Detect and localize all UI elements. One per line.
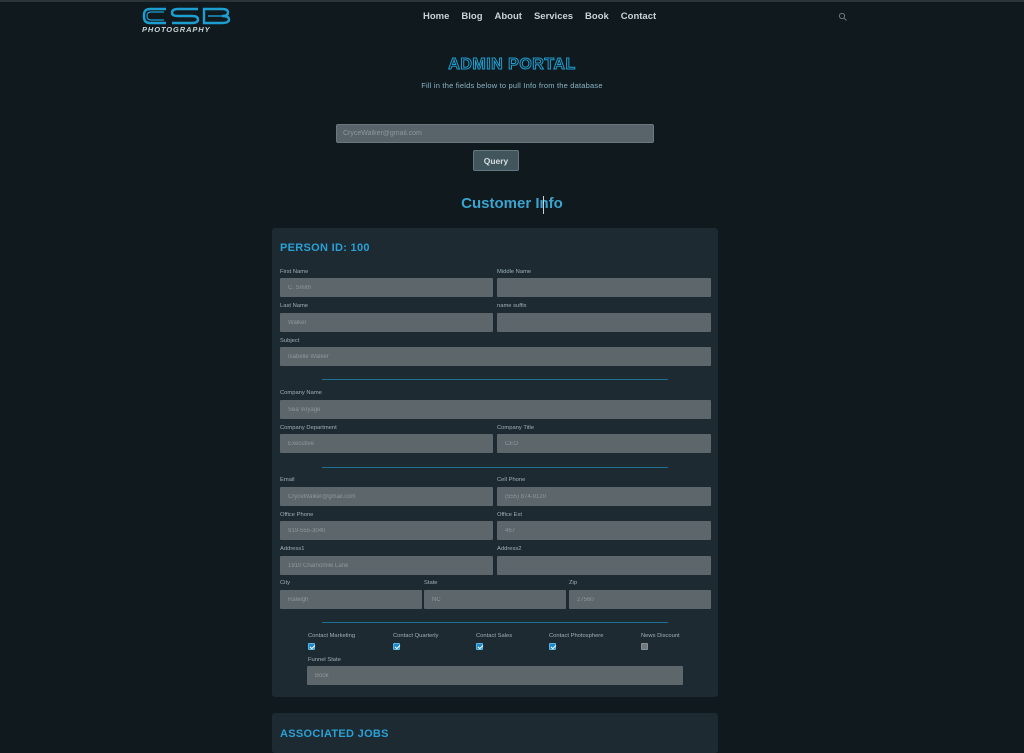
associated-jobs-card: ASSOCIATED JOBS [272,713,718,753]
query-button[interactable]: Query [473,150,519,171]
contact-photosphere-label: Contact Photosphere [549,633,604,639]
contact-marketing-label: Contact Marketing [308,633,356,639]
state-label: State [424,580,438,586]
office-phone-label: Office Phone [280,512,314,518]
news-discount-checkbox[interactable] [641,643,648,650]
state-field[interactable] [424,590,566,609]
funnel-state-label: Funnel State [308,657,341,663]
section-divider [322,379,668,380]
city-field[interactable] [280,590,422,609]
address2-label: Address2 [497,546,522,552]
office-phone-field[interactable] [280,521,493,540]
person-id-title: PERSON ID: 100 [280,242,370,254]
zip-field[interactable] [569,590,711,609]
office-ext-label: Office Ext [497,512,523,518]
top-border [0,0,1024,2]
middle-name-field[interactable] [497,278,711,297]
city-label: City [280,580,290,586]
last-name-field[interactable] [280,313,493,332]
address1-label: Address1 [280,546,305,552]
name-suffix-label: name suffix [497,303,527,309]
contact-quarterly-checkbox[interactable] [393,643,400,650]
logo-subtext: PHOTOGRAPHY [142,25,211,34]
company-department-label: Company Department [280,425,337,431]
zip-label: Zip [569,580,578,586]
contact-photosphere-checkbox[interactable] [549,643,556,650]
contact-sales-label: Contact Sales [476,633,513,639]
funnel-state-field[interactable] [307,666,683,685]
email-field[interactable] [280,487,493,506]
portal-subtitle: Fill in the fields below to pull Info fr… [421,81,603,90]
address1-field[interactable] [280,556,493,575]
contact-sales-checkbox[interactable] [476,643,483,650]
text-cursor [543,196,544,214]
section-divider [322,467,668,468]
first-name-field[interactable] [280,278,493,297]
logo-mark-icon [142,7,231,25]
person-card: PERSON ID: 100 First Name Middle Name La… [272,228,718,697]
address2-field[interactable] [497,556,711,575]
company-department-field[interactable] [280,434,493,453]
nav-book[interactable]: Book [585,11,609,22]
first-name-label: First Name [280,269,309,275]
middle-name-label: Middle Name [497,269,532,275]
cell-phone-label: Cell Phone [497,477,526,483]
nav-blog[interactable]: Blog [461,11,482,22]
name-suffix-field[interactable] [497,313,711,332]
contact-quarterly-label: Contact Quarterly [393,633,439,639]
portal-title: ADMIN PORTAL [448,56,576,74]
query-input[interactable] [336,124,654,143]
news-discount-label: News Discount [641,633,680,639]
office-ext-field[interactable] [497,521,711,540]
subject-label: Subject [280,338,300,344]
nav-contact[interactable]: Contact [621,11,656,22]
associated-jobs-title: ASSOCIATED JOBS [280,728,389,740]
customer-info-title: Customer Info [461,195,563,212]
main-nav: Home Blog About Services Book Contact [423,11,668,22]
company-name-field[interactable] [280,400,711,419]
nav-about[interactable]: About [495,11,522,22]
site-logo[interactable]: PHOTOGRAPHY [142,6,232,34]
company-title-label: Company Title [497,425,535,431]
cell-phone-field[interactable] [497,487,711,506]
email-label: Email [280,477,295,483]
last-name-label: Last Name [280,303,309,309]
subject-field[interactable] [280,347,711,366]
section-divider [322,622,668,623]
nav-home[interactable]: Home [423,11,449,22]
company-name-label: Company Name [280,390,322,396]
contact-marketing-checkbox[interactable] [308,643,315,650]
company-title-field[interactable] [497,434,711,453]
nav-services[interactable]: Services [534,11,573,22]
search-icon[interactable] [838,12,848,22]
